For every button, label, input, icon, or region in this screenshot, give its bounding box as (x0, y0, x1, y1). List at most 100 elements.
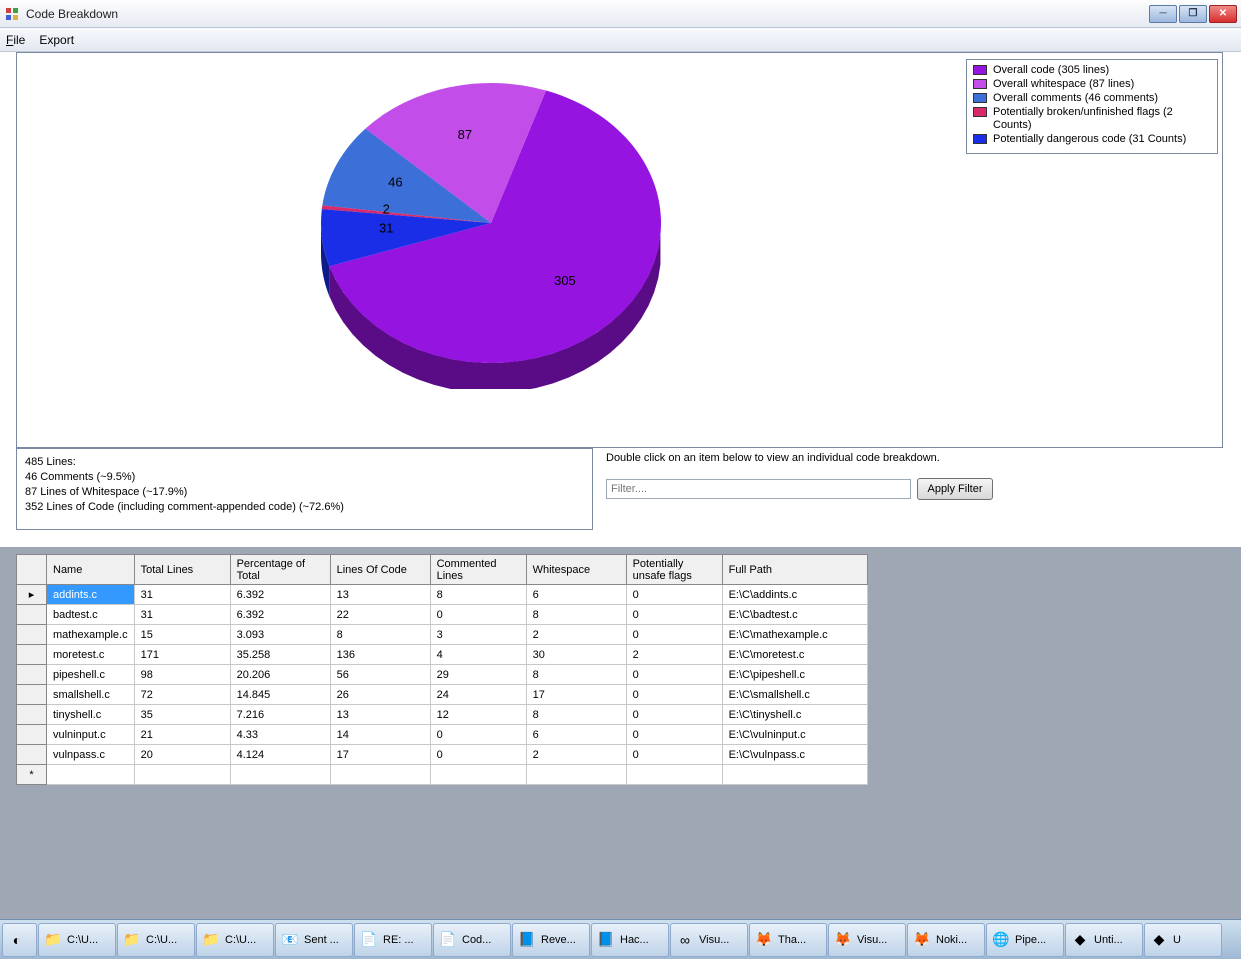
cell[interactable] (626, 765, 722, 785)
cell[interactable] (230, 765, 330, 785)
column-header[interactable]: Potentially unsafe flags (626, 555, 722, 585)
cell[interactable]: 6.392 (230, 585, 330, 605)
taskbar-item[interactable]: 📁C:\U... (117, 923, 195, 957)
cell[interactable]: addints.c (47, 585, 135, 605)
cell[interactable]: 22 (330, 605, 430, 625)
new-row[interactable]: * (17, 765, 868, 785)
cell[interactable]: E:\C\addints.c (722, 585, 867, 605)
taskbar-item[interactable]: ◆U (1144, 923, 1222, 957)
cell[interactable]: 2 (626, 645, 722, 665)
cell[interactable]: 13 (330, 705, 430, 725)
cell[interactable]: 8 (430, 585, 526, 605)
column-header[interactable]: Commented Lines (430, 555, 526, 585)
cell[interactable] (722, 765, 867, 785)
cell[interactable]: tinyshell.c (47, 705, 135, 725)
cell[interactable]: 0 (430, 745, 526, 765)
cell[interactable]: 14 (330, 725, 430, 745)
taskbar-item[interactable]: 📘Reve... (512, 923, 590, 957)
table-row[interactable]: badtest.c316.39222080E:\C\badtest.c (17, 605, 868, 625)
column-header[interactable]: Name (47, 555, 135, 585)
taskbar-item[interactable]: ∞Visu... (670, 923, 748, 957)
cell[interactable] (47, 765, 135, 785)
cell[interactable]: E:\C\vulninput.c (722, 725, 867, 745)
table-row[interactable]: smallshell.c7214.8452624170E:\C\smallshe… (17, 685, 868, 705)
column-header[interactable]: Whitespace (526, 555, 626, 585)
cell[interactable] (330, 765, 430, 785)
cell[interactable]: E:\C\badtest.c (722, 605, 867, 625)
cell[interactable] (526, 765, 626, 785)
row-header[interactable]: ▸ (17, 585, 47, 605)
cell[interactable]: 3.093 (230, 625, 330, 645)
cell[interactable]: 8 (526, 665, 626, 685)
cell[interactable]: 0 (430, 725, 526, 745)
apply-filter-button[interactable]: Apply Filter (917, 478, 993, 500)
cell[interactable]: E:\C\mathexample.c (722, 625, 867, 645)
cell[interactable]: 21 (134, 725, 230, 745)
cell[interactable]: 6.392 (230, 605, 330, 625)
row-header[interactable] (17, 625, 47, 645)
cell[interactable]: E:\C\tinyshell.c (722, 705, 867, 725)
column-header[interactable]: Total Lines (134, 555, 230, 585)
cell[interactable]: 72 (134, 685, 230, 705)
table-row[interactable]: vulnpass.c204.12417020E:\C\vulnpass.c (17, 745, 868, 765)
taskbar-item[interactable]: 🌐Pipe... (986, 923, 1064, 957)
cell[interactable]: 4 (430, 645, 526, 665)
minimize-button[interactable]: ─ (1149, 5, 1177, 23)
cell[interactable]: 2 (526, 625, 626, 645)
cell[interactable]: 136 (330, 645, 430, 665)
cell[interactable]: moretest.c (47, 645, 135, 665)
cell[interactable]: 29 (430, 665, 526, 685)
cell[interactable]: mathexample.c (47, 625, 135, 645)
cell[interactable]: 8 (330, 625, 430, 645)
cell[interactable]: 0 (626, 585, 722, 605)
cell[interactable]: 15 (134, 625, 230, 645)
row-header[interactable] (17, 605, 47, 625)
cell[interactable]: 20.206 (230, 665, 330, 685)
cell[interactable]: 30 (526, 645, 626, 665)
cell[interactable]: badtest.c (47, 605, 135, 625)
menu-export[interactable]: Export (39, 33, 74, 47)
cell[interactable]: 4.124 (230, 745, 330, 765)
maximize-button[interactable]: ❐ (1179, 5, 1207, 23)
column-header[interactable]: Percentage of Total (230, 555, 330, 585)
cell[interactable]: 171 (134, 645, 230, 665)
cell[interactable]: 12 (430, 705, 526, 725)
taskbar-item[interactable]: 🦊Noki... (907, 923, 985, 957)
cell[interactable]: 0 (626, 625, 722, 645)
cell[interactable]: 8 (526, 605, 626, 625)
row-header-new[interactable]: * (17, 765, 47, 785)
cell[interactable]: 35 (134, 705, 230, 725)
cell[interactable]: 17 (330, 745, 430, 765)
cell[interactable]: 35.258 (230, 645, 330, 665)
table-row[interactable]: mathexample.c153.0938320E:\C\mathexample… (17, 625, 868, 645)
cell[interactable]: 56 (330, 665, 430, 685)
cell[interactable]: 4.33 (230, 725, 330, 745)
cell[interactable]: smallshell.c (47, 685, 135, 705)
taskbar-item[interactable]: 📄RE: ... (354, 923, 432, 957)
table-row[interactable]: ▸addints.c316.39213860E:\C\addints.c (17, 585, 868, 605)
cell[interactable]: 2 (526, 745, 626, 765)
column-header[interactable]: Lines Of Code (330, 555, 430, 585)
cell[interactable]: 0 (430, 605, 526, 625)
cell[interactable]: 8 (526, 705, 626, 725)
cell[interactable]: vulnpass.c (47, 745, 135, 765)
cell[interactable]: 24 (430, 685, 526, 705)
table-row[interactable]: moretest.c17135.2581364302E:\C\moretest.… (17, 645, 868, 665)
cell[interactable]: 17 (526, 685, 626, 705)
cell[interactable]: vulninput.c (47, 725, 135, 745)
row-header[interactable] (17, 705, 47, 725)
cell[interactable]: 6 (526, 585, 626, 605)
cell[interactable]: 0 (626, 745, 722, 765)
row-header[interactable] (17, 725, 47, 745)
cell[interactable]: 31 (134, 605, 230, 625)
cell[interactable]: E:\C\smallshell.c (722, 685, 867, 705)
taskbar-item[interactable]: 🦊Tha... (749, 923, 827, 957)
table-row[interactable]: tinyshell.c357.216131280E:\C\tinyshell.c (17, 705, 868, 725)
cell[interactable]: 0 (626, 685, 722, 705)
cell[interactable]: 0 (626, 705, 722, 725)
cell[interactable]: 14.845 (230, 685, 330, 705)
cell[interactable] (430, 765, 526, 785)
column-header[interactable]: Full Path (722, 555, 867, 585)
taskbar-item[interactable]: 📁C:\U... (196, 923, 274, 957)
row-header[interactable] (17, 745, 47, 765)
